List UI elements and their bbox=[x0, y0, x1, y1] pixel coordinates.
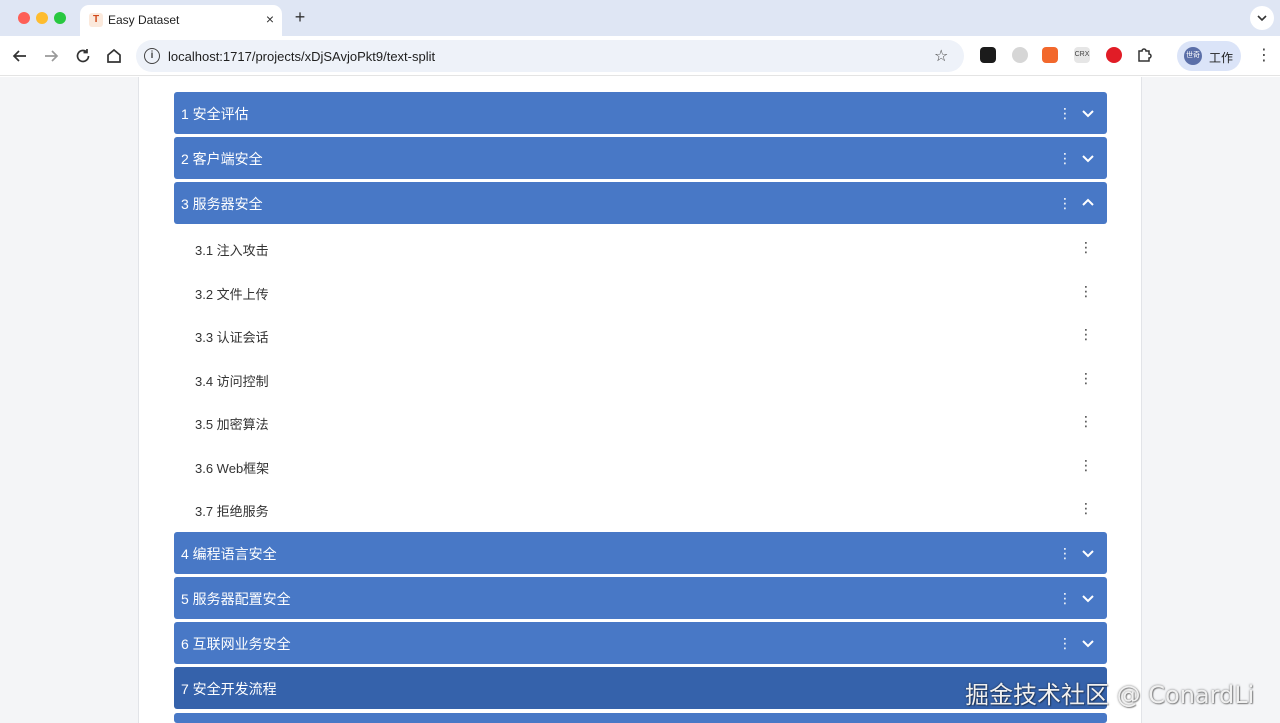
crx-extension-icon[interactable]: CRX bbox=[1074, 47, 1090, 63]
more-vert-icon[interactable]: ⋮ bbox=[1079, 457, 1093, 473]
close-window-button[interactable] bbox=[18, 12, 30, 24]
chapter-6[interactable]: 6 互联网业务安全 ⋮ bbox=[174, 622, 1107, 664]
chapter-title: 6 互联网业务安全 bbox=[181, 636, 291, 652]
chapter-4[interactable]: 4 编程语言安全 ⋮ bbox=[174, 532, 1107, 574]
easy-dataset-favicon-icon: T bbox=[89, 13, 103, 27]
section-item[interactable]: 3.4 访问控制 ⋮ bbox=[174, 357, 1107, 400]
browser-menu-icon[interactable]: ⋮ bbox=[1256, 44, 1272, 68]
chapter-5[interactable]: 5 服务器配置安全 ⋮ bbox=[174, 577, 1107, 619]
more-vert-icon[interactable]: ⋮ bbox=[1058, 195, 1072, 211]
more-vert-icon[interactable]: ⋮ bbox=[1058, 590, 1072, 606]
section-item[interactable]: 3.1 注入攻击 ⋮ bbox=[174, 226, 1107, 269]
chapter-title: 7 安全开发流程 bbox=[181, 681, 277, 697]
home-icon[interactable] bbox=[102, 44, 126, 68]
profile-button[interactable]: 世奇 工作 bbox=[1177, 41, 1241, 71]
browser-toolbar: i localhost:1717/projects/xDjSAvjoPkt9/t… bbox=[0, 36, 1280, 76]
chapter-title: 1 安全评估 bbox=[181, 106, 249, 122]
chevron-down-icon[interactable] bbox=[1079, 104, 1097, 122]
chevron-up-icon[interactable] bbox=[1079, 194, 1097, 212]
more-vert-icon[interactable]: ⋮ bbox=[1058, 150, 1072, 166]
toc-container: 1 安全评估 ⋮ 2 客户端安全 ⋮ 3 服务器安全 ⋮ 3.1 注入攻击 ⋮ … bbox=[138, 77, 1142, 723]
new-tab-button[interactable]: + bbox=[290, 7, 310, 27]
section-item[interactable]: 3.5 加密算法 ⋮ bbox=[174, 400, 1107, 443]
url-text[interactable]: localhost:1717/projects/xDjSAvjoPkt9/tex… bbox=[168, 49, 435, 64]
more-vert-icon[interactable]: ⋮ bbox=[1079, 283, 1093, 299]
section-item[interactable]: 3.3 认证会话 ⋮ bbox=[174, 313, 1107, 356]
section-title: 3.6 Web框架 bbox=[195, 461, 270, 476]
section-title: 3.1 注入攻击 bbox=[195, 243, 269, 258]
browser-tab-bar: T Easy Dataset × + bbox=[0, 0, 1280, 36]
section-title: 3.2 文件上传 bbox=[195, 287, 269, 302]
extension-2-icon[interactable] bbox=[1012, 47, 1028, 63]
chapter-title: 4 编程语言安全 bbox=[181, 546, 277, 562]
chapter-title: 5 服务器配置安全 bbox=[181, 591, 291, 607]
close-tab-icon[interactable]: × bbox=[262, 11, 278, 27]
section-title: 3.7 拒绝服务 bbox=[195, 504, 269, 519]
chevron-down-icon[interactable] bbox=[1079, 544, 1097, 562]
page-content: 1 安全评估 ⋮ 2 客户端安全 ⋮ 3 服务器安全 ⋮ 3.1 注入攻击 ⋮ … bbox=[0, 77, 1280, 723]
address-bar[interactable]: i localhost:1717/projects/xDjSAvjoPkt9/t… bbox=[136, 40, 964, 72]
opera-extension-icon[interactable] bbox=[1106, 47, 1122, 63]
more-vert-icon[interactable]: ⋮ bbox=[1058, 635, 1072, 651]
maximize-window-button[interactable] bbox=[54, 12, 66, 24]
chapter-8-partial[interactable] bbox=[174, 713, 1107, 723]
forward-arrow-icon[interactable] bbox=[39, 44, 63, 68]
chapter-3[interactable]: 3 服务器安全 ⋮ bbox=[174, 182, 1107, 224]
more-vert-icon[interactable]: ⋮ bbox=[1058, 105, 1072, 121]
profile-avatar: 世奇 bbox=[1184, 47, 1202, 65]
more-vert-icon[interactable]: ⋮ bbox=[1079, 370, 1093, 386]
section-item[interactable]: 3.7 拒绝服务 ⋮ bbox=[174, 487, 1107, 530]
more-vert-icon[interactable]: ⋮ bbox=[1079, 413, 1093, 429]
minimize-window-button[interactable] bbox=[36, 12, 48, 24]
chapter-2[interactable]: 2 客户端安全 ⋮ bbox=[174, 137, 1107, 179]
tab-title: Easy Dataset bbox=[108, 13, 180, 27]
chapter-title: 2 客户端安全 bbox=[181, 151, 263, 167]
more-vert-icon[interactable]: ⋮ bbox=[1079, 239, 1093, 255]
section-item[interactable]: 3.2 文件上传 ⋮ bbox=[174, 270, 1107, 313]
chevron-down-icon[interactable] bbox=[1079, 589, 1097, 607]
watermark-text: 掘金技术社区 @ ConardLi bbox=[965, 681, 1255, 709]
extension-3-icon[interactable] bbox=[1042, 47, 1058, 63]
reload-icon[interactable] bbox=[71, 44, 95, 68]
bookmark-star-icon[interactable]: ☆ bbox=[934, 46, 948, 66]
extension-1-icon[interactable] bbox=[980, 47, 996, 63]
chevron-down-icon[interactable] bbox=[1079, 634, 1097, 652]
section-title: 3.3 认证会话 bbox=[195, 330, 269, 345]
site-info-icon[interactable]: i bbox=[144, 48, 160, 64]
browser-tab[interactable]: T Easy Dataset × bbox=[80, 5, 282, 36]
section-item[interactable]: 3.6 Web框架 ⋮ bbox=[174, 444, 1107, 487]
section-title: 3.5 加密算法 bbox=[195, 417, 269, 432]
tab-search-button[interactable] bbox=[1250, 6, 1274, 30]
back-arrow-icon[interactable] bbox=[8, 44, 32, 68]
more-vert-icon[interactable]: ⋮ bbox=[1058, 545, 1072, 561]
extensions-puzzle-icon[interactable] bbox=[1136, 45, 1154, 68]
more-vert-icon[interactable]: ⋮ bbox=[1079, 500, 1093, 516]
chapter-title: 3 服务器安全 bbox=[181, 196, 263, 212]
chapter-1[interactable]: 1 安全评估 ⋮ bbox=[174, 92, 1107, 134]
more-vert-icon[interactable]: ⋮ bbox=[1079, 326, 1093, 342]
section-title: 3.4 访问控制 bbox=[195, 374, 269, 389]
profile-label: 工作 bbox=[1209, 51, 1234, 65]
chevron-down-icon[interactable] bbox=[1079, 149, 1097, 167]
